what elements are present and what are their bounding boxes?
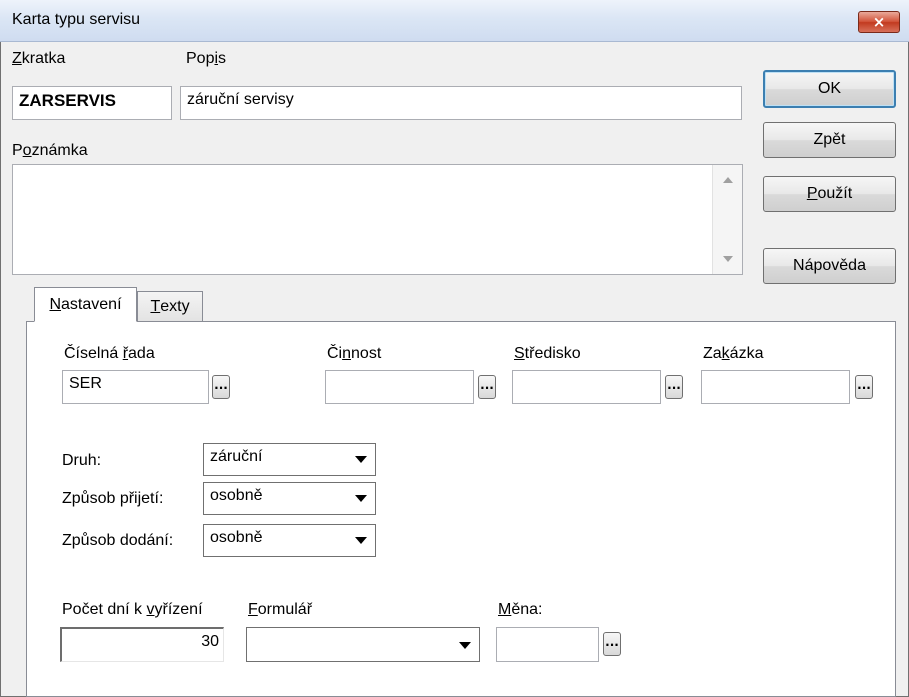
- pocet-dni-label: Počet dní k vyřízení: [62, 601, 203, 618]
- zpusob-prijeti-label: Způsob přijetí:: [62, 490, 164, 507]
- mena-field[interactable]: [496, 627, 599, 662]
- zakazka-browse-button[interactable]: ...: [855, 375, 873, 399]
- tab-texty[interactable]: Texty: [137, 291, 203, 321]
- popis-field[interactable]: záruční servisy: [180, 86, 742, 120]
- zakazka-label: Zakázka: [703, 345, 764, 362]
- mena-label: Měna:: [498, 601, 543, 618]
- scroll-down-icon[interactable]: [723, 256, 733, 262]
- tab-nastaveni[interactable]: Nastavení: [34, 287, 137, 322]
- pouzit-button[interactable]: Použít: [763, 176, 896, 212]
- ok-button[interactable]: OK: [763, 70, 896, 108]
- chevron-down-icon: [355, 456, 367, 463]
- popis-label: Popis: [186, 50, 227, 67]
- cinnost-browse-button[interactable]: ...: [478, 375, 496, 399]
- close-button[interactable]: ×: [858, 11, 900, 33]
- stredisko-field[interactable]: [512, 370, 661, 404]
- zpusob-dodani-label: Způsob dodání:: [62, 532, 174, 549]
- zkratka-label: Zkratka: [12, 50, 66, 67]
- ciselna-rada-field[interactable]: SER: [62, 370, 209, 404]
- poznamka-scrollbar[interactable]: [712, 165, 742, 274]
- poznamka-textarea[interactable]: [12, 164, 743, 275]
- mena-browse-button[interactable]: ...: [603, 632, 621, 656]
- druh-select[interactable]: záruční: [203, 443, 376, 476]
- zpusob-dodani-select[interactable]: osobně: [203, 524, 376, 557]
- pocet-dni-field[interactable]: 30: [60, 627, 224, 662]
- poznamka-label: Poznámka: [12, 142, 88, 159]
- chevron-down-icon: [355, 495, 367, 502]
- stredisko-label: Středisko: [514, 345, 581, 362]
- formular-label: Formulář: [248, 601, 313, 618]
- formular-select[interactable]: [246, 627, 480, 662]
- zpet-button[interactable]: Zpět: [763, 122, 896, 158]
- zakazka-field[interactable]: [701, 370, 850, 404]
- window-title: Karta typu servisu: [12, 11, 141, 28]
- napoveda-button[interactable]: Nápověda: [763, 248, 896, 284]
- scroll-up-icon[interactable]: [723, 177, 733, 183]
- chevron-down-icon: [355, 537, 367, 544]
- zkratka-field[interactable]: ZARSERVIS: [12, 86, 172, 120]
- cinnost-label: Činnost: [327, 345, 382, 362]
- ciselna-rada-label: Číselná řada: [64, 345, 155, 362]
- stredisko-browse-button[interactable]: ...: [665, 375, 683, 399]
- chevron-down-icon: [459, 642, 471, 649]
- zpusob-prijeti-select[interactable]: osobně: [203, 482, 376, 515]
- cinnost-field[interactable]: [325, 370, 474, 404]
- close-icon: ×: [872, 13, 886, 31]
- ciselna-rada-browse-button[interactable]: ...: [212, 375, 230, 399]
- druh-label: Druh:: [62, 452, 102, 469]
